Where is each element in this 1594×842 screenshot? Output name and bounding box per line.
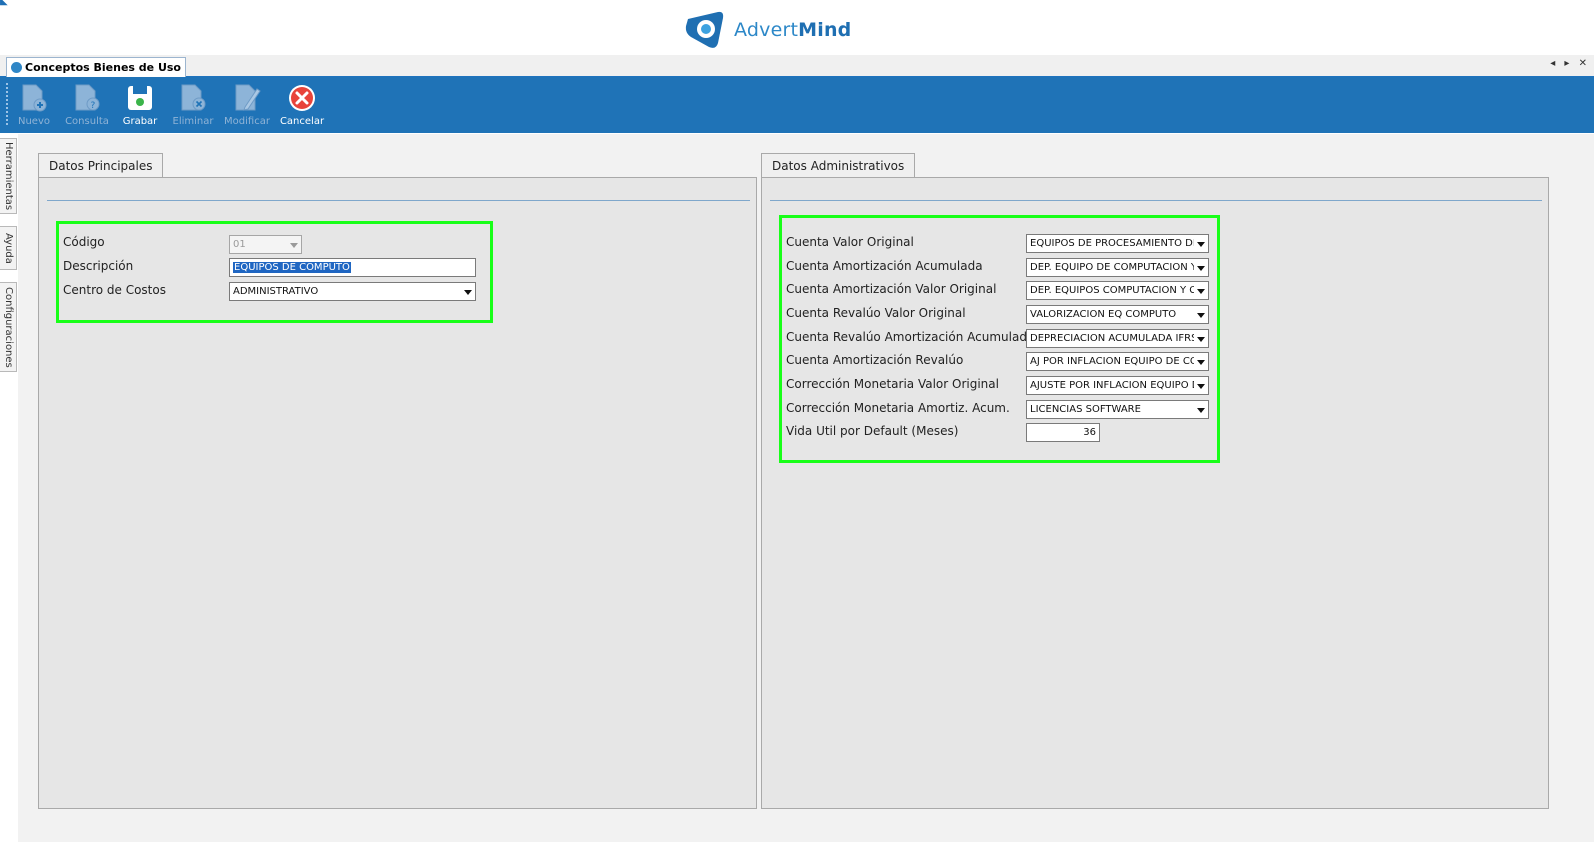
chevron-down-icon <box>1194 235 1208 252</box>
tab-scroll-close-controls[interactable]: ◂ ▸ ✕ <box>1550 58 1590 69</box>
side-tab-ayuda[interactable]: Ayuda <box>0 226 17 270</box>
svg-text:?: ? <box>91 101 96 111</box>
codigo-label: Código <box>63 235 105 249</box>
cuenta-valor-original-select[interactable]: EQUIPOS DE PROCESAMIENTO DE <box>1026 234 1209 253</box>
save-icon <box>128 86 152 110</box>
chevron-down-icon <box>461 283 475 300</box>
modificar-button[interactable]: Modificar <box>221 79 273 131</box>
new-document-icon <box>22 84 47 112</box>
chevron-down-icon <box>1194 306 1208 323</box>
panel-separator <box>47 200 750 201</box>
cuenta-revaluo-valor-original-label: Cuenta Revalúo Valor Original <box>786 306 966 320</box>
cancelar-label: Cancelar <box>279 116 325 127</box>
correccion-monetaria-amortiz-acum-label: Corrección Monetaria Amortiz. Acum. <box>786 401 1010 415</box>
correccion-monetaria-valor-original-label: Corrección Monetaria Valor Original <box>786 377 999 391</box>
cuenta-valor-original-value: EQUIPOS DE PROCESAMIENTO DE <box>1030 238 1200 249</box>
delete-document-icon <box>181 84 206 111</box>
chevron-down-icon <box>1194 401 1208 418</box>
cuenta-revaluo-amortizacion-acumulada-label: Cuenta Revalúo Amortización Acumulada <box>786 330 1035 344</box>
tab-conceptos-bienes-de-uso[interactable]: Conceptos Bienes de Uso <box>6 57 186 77</box>
cuenta-valor-original-label: Cuenta Valor Original <box>786 235 914 249</box>
consulta-label: Consulta <box>65 116 109 127</box>
side-tab-herramientas[interactable]: Herramientas <box>0 138 17 214</box>
side-panel-tabs: Herramientas Ayuda Configuraciones <box>0 134 17 842</box>
correccion-monetaria-valor-original-select[interactable]: AJUSTE POR INFLACION EQUIPO D <box>1026 376 1209 395</box>
side-tab-configuraciones[interactable]: Configuraciones <box>0 282 17 372</box>
brand-name: AdvertMind <box>734 19 852 41</box>
panel-separator <box>770 200 1542 201</box>
vida-util-label: Vida Util por Default (Meses) <box>786 424 959 438</box>
correccion-monetaria-amortiz-acum-value: LICENCIAS SOFTWARE <box>1030 404 1141 415</box>
cancel-icon <box>289 85 315 111</box>
cuenta-revaluo-valor-original-select[interactable]: VALORIZACION EQ COMPUTO <box>1026 305 1209 324</box>
cuenta-amortizacion-revaluo-label: Cuenta Amortización Revalúo <box>786 353 964 367</box>
cancelar-button[interactable]: Cancelar <box>276 79 328 131</box>
tab-app-icon <box>11 62 22 73</box>
tab-datos-administrativos[interactable]: Datos Administrativos <box>761 153 916 178</box>
nuevo-button[interactable]: Nuevo <box>8 79 60 131</box>
eliminar-button[interactable]: Eliminar <box>167 79 219 131</box>
correccion-monetaria-amortiz-acum-select[interactable]: LICENCIAS SOFTWARE <box>1026 400 1209 419</box>
app-header: ◣ AdvertMind <box>0 0 1594 54</box>
chevron-down-icon <box>1194 330 1208 347</box>
advertmind-logo: AdvertMind <box>684 8 851 52</box>
correccion-monetaria-valor-original-value: AJUSTE POR INFLACION EQUIPO D <box>1030 380 1200 391</box>
cuenta-revaluo-amortizacion-acumulada-value: DEPRECIACION ACUMULADA IFRS <box>1030 333 1198 344</box>
window-corner-icon: ◣ <box>0 0 8 7</box>
toolbar: Nuevo ? Consulta Grabar Eliminar Modific <box>0 77 1594 133</box>
cuenta-amortizacion-revaluo-value: AJ POR INFLACION EQUIPO DE CO <box>1030 356 1198 367</box>
cuenta-amortizacion-acumulada-label: Cuenta Amortización Acumulada <box>786 259 983 273</box>
centro-de-costos-select[interactable]: ADMINISTRATIVO <box>229 282 476 301</box>
chevron-down-icon <box>1194 259 1208 276</box>
tab-datos-principales[interactable]: Datos Principales <box>38 153 164 178</box>
chevron-down-icon <box>1194 282 1208 299</box>
codigo-select[interactable]: 01 <box>229 235 302 254</box>
codigo-value: 01 <box>233 239 246 250</box>
descripcion-label: Descripción <box>63 259 134 273</box>
descripcion-value: EQUIPOS DE COMPUTO <box>233 262 351 273</box>
cuenta-amortizacion-valor-original-label: Cuenta Amortización Valor Original <box>786 282 997 296</box>
cuenta-amortizacion-acumulada-select[interactable]: DEP. EQUIPO DE COMPUTACION Y <box>1026 258 1209 277</box>
cuenta-amortizacion-revaluo-select[interactable]: AJ POR INFLACION EQUIPO DE CO <box>1026 352 1209 371</box>
modificar-label: Modificar <box>224 116 270 127</box>
cuenta-amortizacion-valor-original-value: DEP. EQUIPOS COMPUTACION Y C <box>1030 285 1197 296</box>
chevron-down-icon <box>287 236 301 253</box>
edit-document-icon <box>235 84 261 111</box>
cuenta-revaluo-valor-original-value: VALORIZACION EQ COMPUTO <box>1030 309 1177 320</box>
nuevo-label: Nuevo <box>17 116 50 127</box>
grabar-button[interactable]: Grabar <box>114 79 166 131</box>
chevron-down-icon <box>1194 353 1208 370</box>
centro-de-costos-label: Centro de Costos <box>63 283 166 297</box>
cuenta-amortizacion-acumulada-value: DEP. EQUIPO DE COMPUTACION Y <box>1030 262 1197 273</box>
centro-de-costos-value: ADMINISTRATIVO <box>233 286 319 297</box>
document-tab-strip: Conceptos Bienes de Uso ◂ ▸ ✕ <box>0 55 1594 77</box>
chevron-down-icon <box>1194 377 1208 394</box>
main-content: Datos Principales Código 01 Descripción … <box>18 134 1594 842</box>
eliminar-label: Eliminar <box>172 116 214 127</box>
descripcion-input[interactable]: EQUIPOS DE COMPUTO <box>229 258 476 277</box>
grabar-label: Grabar <box>122 116 158 127</box>
tab-title: Conceptos Bienes de Uso <box>25 61 181 74</box>
cuenta-amortizacion-valor-original-select[interactable]: DEP. EQUIPOS COMPUTACION Y C <box>1026 281 1209 300</box>
consulta-button[interactable]: ? Consulta <box>61 79 113 131</box>
query-document-icon: ? <box>75 84 100 111</box>
advertmind-logo-icon <box>685 11 724 48</box>
cuenta-revaluo-amortizacion-acumulada-select[interactable]: DEPRECIACION ACUMULADA IFRS <box>1026 329 1209 348</box>
vida-util-input[interactable]: 36 <box>1026 423 1100 442</box>
